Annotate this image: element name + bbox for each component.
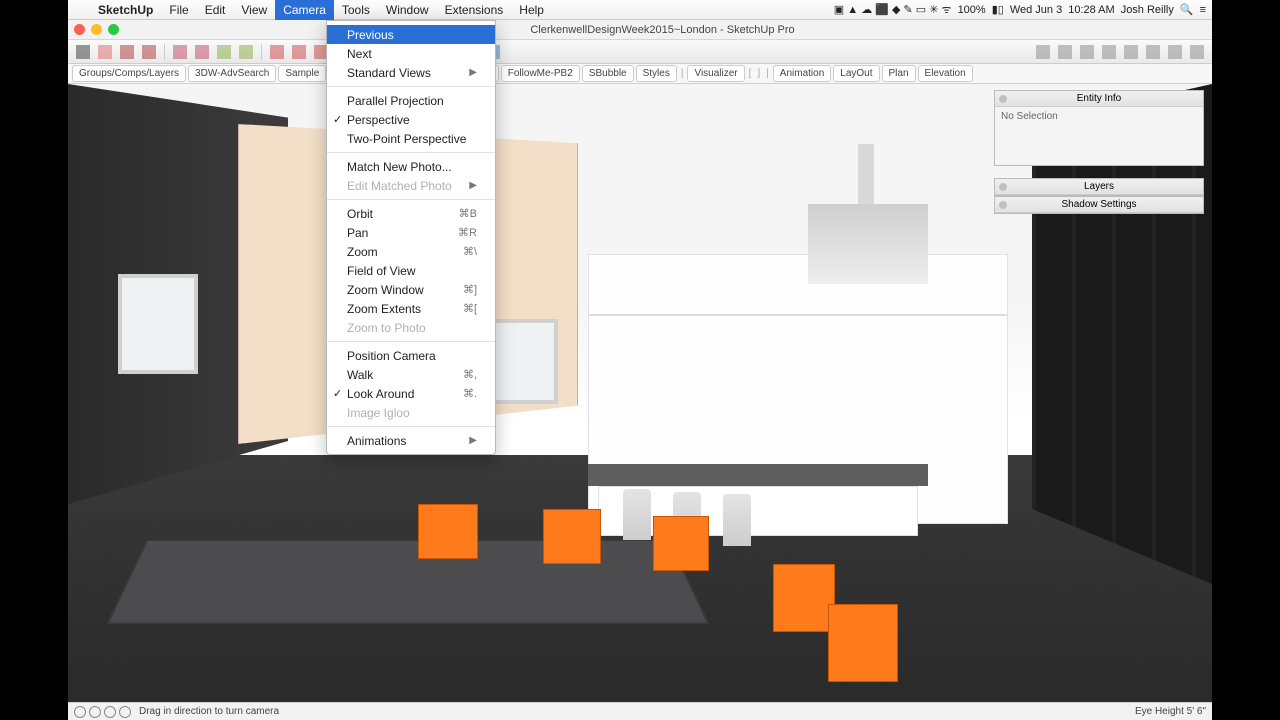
panel-entity-info[interactable]: Entity Info No Selection bbox=[994, 90, 1204, 166]
tab-layout[interactable]: LayOut bbox=[833, 65, 879, 82]
status-cred-icon[interactable] bbox=[89, 706, 101, 718]
menu-item-two-point-perspective[interactable]: Two-Point Perspective bbox=[327, 129, 495, 148]
menu-file[interactable]: File bbox=[161, 0, 196, 20]
menu-camera[interactable]: Camera bbox=[275, 0, 334, 20]
menu-item-match-new-photo-[interactable]: Match New Photo... bbox=[327, 157, 495, 176]
close-icon[interactable] bbox=[74, 24, 85, 35]
tool-circle-icon[interactable] bbox=[195, 45, 209, 59]
tool-eraser-icon[interactable] bbox=[98, 45, 112, 59]
menu-item-walk[interactable]: Walk⌘, bbox=[327, 365, 495, 384]
menu-extensions[interactable]: Extensions bbox=[437, 0, 512, 20]
tab-visualizer[interactable]: Visualizer bbox=[687, 65, 744, 82]
main-toolbar bbox=[68, 40, 1212, 64]
menu-view[interactable]: View bbox=[233, 0, 275, 20]
tool-select-icon[interactable] bbox=[76, 45, 90, 59]
menu-help[interactable]: Help bbox=[511, 0, 552, 20]
spotlight-icon[interactable]: 🔍 bbox=[1180, 3, 1194, 16]
menu-item-standard-views[interactable]: Standard Views▶ bbox=[327, 63, 495, 82]
tab-animation[interactable]: Animation bbox=[773, 65, 831, 82]
status-hint: Drag in direction to turn camera bbox=[139, 706, 279, 717]
menu-item-image-igloo: Image Igloo bbox=[327, 403, 495, 422]
status-eye-height: Eye Height 5' 6" bbox=[1135, 706, 1206, 717]
tool-x1-icon[interactable] bbox=[1036, 45, 1050, 59]
tool-x2-icon[interactable] bbox=[1058, 45, 1072, 59]
tab-sbubble[interactable]: SBubble bbox=[582, 65, 634, 82]
tab-br: [ bbox=[747, 68, 754, 79]
window-titlebar: ClerkenwellDesignWeek2015~London - Sketc… bbox=[68, 20, 1212, 40]
tool-move-icon[interactable] bbox=[270, 45, 284, 59]
tab-3dw[interactable]: 3DW-AdvSearch bbox=[188, 65, 276, 82]
menu-icon[interactable]: ≡ bbox=[1200, 4, 1206, 16]
menu-window[interactable]: Window bbox=[378, 0, 437, 20]
menu-item-parallel-projection[interactable]: Parallel Projection bbox=[327, 91, 495, 110]
menu-item-next[interactable]: Next bbox=[327, 44, 495, 63]
panel-header-shadow[interactable]: Shadow Settings bbox=[995, 197, 1203, 213]
menu-item-previous[interactable]: Previous bbox=[327, 25, 495, 44]
tab-br2: ] bbox=[755, 68, 762, 79]
panel-header-entity[interactable]: Entity Info bbox=[995, 91, 1203, 107]
tool-x4-icon[interactable] bbox=[1102, 45, 1116, 59]
tool-line-icon[interactable] bbox=[120, 45, 134, 59]
tool-x7-icon[interactable] bbox=[1168, 45, 1182, 59]
menu-item-animations[interactable]: Animations▶ bbox=[327, 431, 495, 450]
menu-item-zoom-extents[interactable]: Zoom Extents⌘[ bbox=[327, 299, 495, 318]
tool-arc-icon[interactable] bbox=[142, 45, 156, 59]
minimize-icon[interactable] bbox=[91, 24, 102, 35]
tool-x3-icon[interactable] bbox=[1080, 45, 1094, 59]
menu-item-position-camera[interactable]: Position Camera bbox=[327, 346, 495, 365]
traffic-lights[interactable] bbox=[74, 24, 119, 35]
zoom-icon[interactable] bbox=[108, 24, 119, 35]
menubar-user: Josh Reilly bbox=[1121, 4, 1174, 16]
tool-rotate-icon[interactable] bbox=[292, 45, 306, 59]
menu-item-pan[interactable]: Pan⌘R bbox=[327, 223, 495, 242]
window-title: ClerkenwellDesignWeek2015~London - Sketc… bbox=[119, 24, 1206, 36]
camera-menu: PreviousNextStandard Views▶ Parallel Proj… bbox=[326, 20, 496, 455]
status-user-icon[interactable] bbox=[104, 706, 116, 718]
menu-item-zoom[interactable]: Zoom⌘\ bbox=[327, 242, 495, 261]
menubar-icons: ▣ ▲ ☁ ⬛ ◆ ✎ ▭ ✳ ᯤ bbox=[834, 2, 952, 17]
battery-icon: ▮▯ bbox=[992, 3, 1004, 16]
panel-header-layers[interactable]: Layers bbox=[995, 179, 1203, 195]
tab-div2: | bbox=[764, 68, 771, 79]
menu-item-zoom-to-photo: Zoom to Photo bbox=[327, 318, 495, 337]
tab-elevation[interactable]: Elevation bbox=[918, 65, 973, 82]
tool-x5-icon[interactable] bbox=[1124, 45, 1138, 59]
menu-item-zoom-window[interactable]: Zoom Window⌘] bbox=[327, 280, 495, 299]
menu-item-perspective[interactable]: ✓Perspective bbox=[327, 110, 495, 129]
macos-menubar: SketchUp File Edit View Camera Tools Win… bbox=[68, 0, 1212, 20]
menu-tools[interactable]: Tools bbox=[334, 0, 378, 20]
scene-tabs: Groups/Comps/Layers 3DW-AdvSearch Sample… bbox=[68, 64, 1212, 84]
status-geo-icon[interactable] bbox=[74, 706, 86, 718]
app-name[interactable]: SketchUp bbox=[90, 3, 161, 17]
menubar-time: 10:28 AM bbox=[1068, 4, 1114, 16]
panel-layers[interactable]: Layers bbox=[994, 178, 1204, 196]
tool-x6-icon[interactable] bbox=[1146, 45, 1160, 59]
tool-rect-icon[interactable] bbox=[173, 45, 187, 59]
viewport-3d[interactable]: Entity Info No Selection Layers Shadow S… bbox=[68, 84, 1212, 702]
tool-push-icon[interactable] bbox=[217, 45, 231, 59]
menu-item-look-around[interactable]: ✓Look Around⌘. bbox=[327, 384, 495, 403]
tool-offset-icon[interactable] bbox=[239, 45, 253, 59]
tab-followme[interactable]: FollowMe-PB2 bbox=[501, 65, 580, 82]
menu-item-field-of-view[interactable]: Field of View bbox=[327, 261, 495, 280]
tab-groups[interactable]: Groups/Comps/Layers bbox=[72, 65, 186, 82]
status-help-icon[interactable] bbox=[119, 706, 131, 718]
tab-div: | bbox=[679, 68, 686, 79]
menu-item-orbit[interactable]: Orbit⌘B bbox=[327, 204, 495, 223]
battery-pct: 100% bbox=[958, 4, 986, 16]
menu-item-edit-matched-photo: Edit Matched Photo▶ bbox=[327, 176, 495, 195]
menu-edit[interactable]: Edit bbox=[197, 0, 234, 20]
tool-x8-icon[interactable] bbox=[1190, 45, 1204, 59]
status-bar: Drag in direction to turn camera Eye Hei… bbox=[68, 702, 1212, 720]
tab-plan[interactable]: Plan bbox=[882, 65, 916, 82]
tab-styles[interactable]: Styles bbox=[636, 65, 677, 82]
menubar-date: Wed Jun 3 bbox=[1010, 4, 1062, 16]
tab-sample[interactable]: Sample bbox=[278, 65, 326, 82]
panel-shadow[interactable]: Shadow Settings bbox=[994, 196, 1204, 214]
panel-body-entity: No Selection bbox=[995, 107, 1203, 165]
